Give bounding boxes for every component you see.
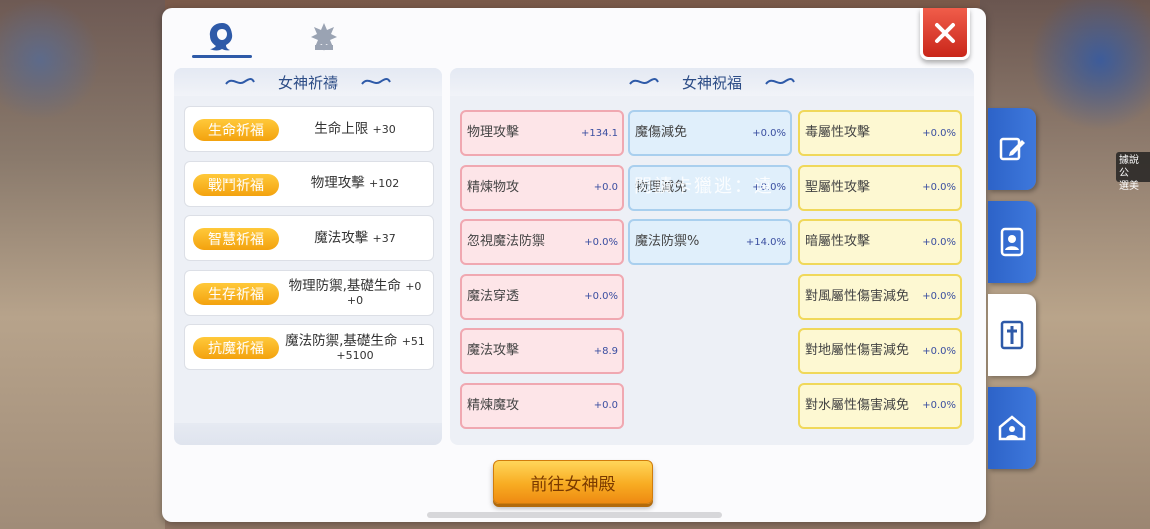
prayer-label: 智慧祈福 [193,228,279,250]
prayer-extra-value: +5100 [336,348,374,362]
blessing-cell: 對水屬性傷害減免 +0.0% [798,382,962,429]
blessing-cell: 魔法穿透 +0.0% [460,273,624,320]
panel-tabs [192,16,354,58]
game-background-left [0,0,165,529]
section-header: 女神祈禱 [174,68,442,96]
blessing-column-yellow: 毒屬性攻擊 +0.0% 聖屬性攻擊 +0.0% 暗屬性攻擊 +0.0% 對風屬性傷害減… [798,110,962,437]
swirl-ornament-icon [361,78,391,85]
blessing-cell: 物理攻擊 +134.1 [460,110,624,156]
prayer-stat: 魔法攻擊 [314,229,369,246]
side-tab-edit[interactable] [988,108,1036,190]
side-tab-bar [988,108,1036,480]
go-to-goddess-temple-button[interactable]: 前往女神殿 [493,460,653,504]
prayer-value: +37 [372,231,396,245]
blessing-column-blue: 魔傷減免 +0.0% 物理減免 +0.0% 魔法防禦% +14.0% [628,110,792,274]
close-button[interactable] [920,8,970,60]
prayer-label: 生命祈福 [193,119,279,141]
guild-house-icon [998,415,1026,441]
blessing-cell: 忽視魔法防禦 +0.0% [460,219,624,265]
blessing-cell: 聖屬性攻擊 +0.0% [798,164,962,211]
side-tab-guild[interactable] [988,387,1036,469]
side-tab-contacts[interactable] [988,201,1036,283]
prayer-item-survival[interactable]: 生存祈福 物理防禦,基礎生命 +0 +0 [184,269,434,316]
swirl-ornament-icon [765,78,795,85]
prayer-label: 戰鬥祈福 [193,173,279,196]
prayer-item-life[interactable]: 生命祈福 生命上限 +30 [184,106,434,152]
tab-goddess-prayer[interactable] [192,16,252,58]
section-title: 女神祝福 [681,73,742,92]
blessing-cell: 暗屬性攻擊 +0.0% [798,219,962,265]
prayer-label: 生存祈福 [193,282,279,305]
side-chat-note: 據說公 選美 [1116,152,1150,192]
blessing-cell: 魔法防禦% +14.0% [628,219,792,265]
swirl-ornament-icon [629,78,659,85]
section-title: 女神祈禱 [277,73,338,92]
prayer-value: +51 [401,334,425,348]
blessing-cell: 毒屬性攻擊 +0.0% [798,110,962,156]
goddess-blessing-section: 女神祝福 物理攻擊 +134.1 精煉物攻 +0.0 忽視魔法防禦 +0.0% 魔法穿… [450,68,974,445]
swirl-ornament-icon [225,78,255,85]
blessing-column-red: 物理攻擊 +134.1 精煉物攻 +0.0 忽視魔法防禦 +0.0% 魔法穿透 +0.0… [460,110,624,437]
prayer-list: 生命祈福 生命上限 +30 戰鬥祈福 物理攻擊 +102 智慧祈福 魔法攻擊 +… [184,106,434,379]
blessing-cell: 魔法攻擊 +8.9 [460,328,624,374]
prayer-value: +30 [372,122,396,136]
prayer-stat: 物理防禦,基礎生命 [288,278,401,294]
prayer-stat: 生命上限 [314,120,369,137]
goddess-cross-icon [1000,320,1024,350]
prayer-value: +102 [369,177,400,190]
goddess-prayer-section: 女神祈禱 生命祈福 生命上限 +30 戰鬥祈福 物理攻擊 +102 智慧祈福 魔… [174,68,442,445]
prayer-value: +0 [405,280,422,293]
goddess-panel: 女神祈禱 生命祈福 生命上限 +30 戰鬥祈福 物理攻擊 +102 智慧祈福 魔… [162,8,986,522]
prayer-item-antimagic[interactable]: 抗魔祈福 魔法防禦,基礎生命 +51 +5100 [184,324,434,370]
close-icon [935,22,955,43]
blessing-cell: 魔傷減免 +0.0% [628,110,792,156]
prayer-item-wisdom[interactable]: 智慧祈福 魔法攻擊 +37 [184,215,434,261]
blessing-cell: 物理減免 +0.0% [628,164,792,211]
prayer-label: 抗魔祈福 [193,337,279,359]
blessing-cell: 對地屬性傷害減免 +0.0% [798,328,962,374]
blessing-cell: 對風屬性傷害減免 +0.0% [798,273,962,320]
prayer-item-battle[interactable]: 戰鬥祈福 物理攻擊 +102 [184,160,434,207]
prayer-extra-value: +0 [346,294,364,307]
blessing-cell: 精煉魔攻 +0.0 [460,382,624,429]
contact-book-icon [1000,227,1024,257]
side-tab-goddess[interactable] [988,294,1036,376]
section-header: 女神祝福 [450,68,974,96]
prayer-stat: 物理攻擊 [310,175,365,191]
tab-goddess-emblem[interactable] [294,16,354,58]
prayer-stat: 魔法防禦,基礎生命 [285,332,398,349]
star-emblem-icon [311,23,337,51]
section-footer [174,423,442,445]
blessing-cell: 精煉物攻 +0.0 [460,164,624,211]
goddess-hair-icon [209,23,233,51]
horizontal-scrollbar[interactable] [427,512,722,518]
edit-note-icon [999,137,1025,161]
blessing-grid[interactable]: 物理攻擊 +134.1 精煉物攻 +0.0 忽視魔法防禦 +0.0% 魔法穿透 +0.0… [460,110,964,444]
